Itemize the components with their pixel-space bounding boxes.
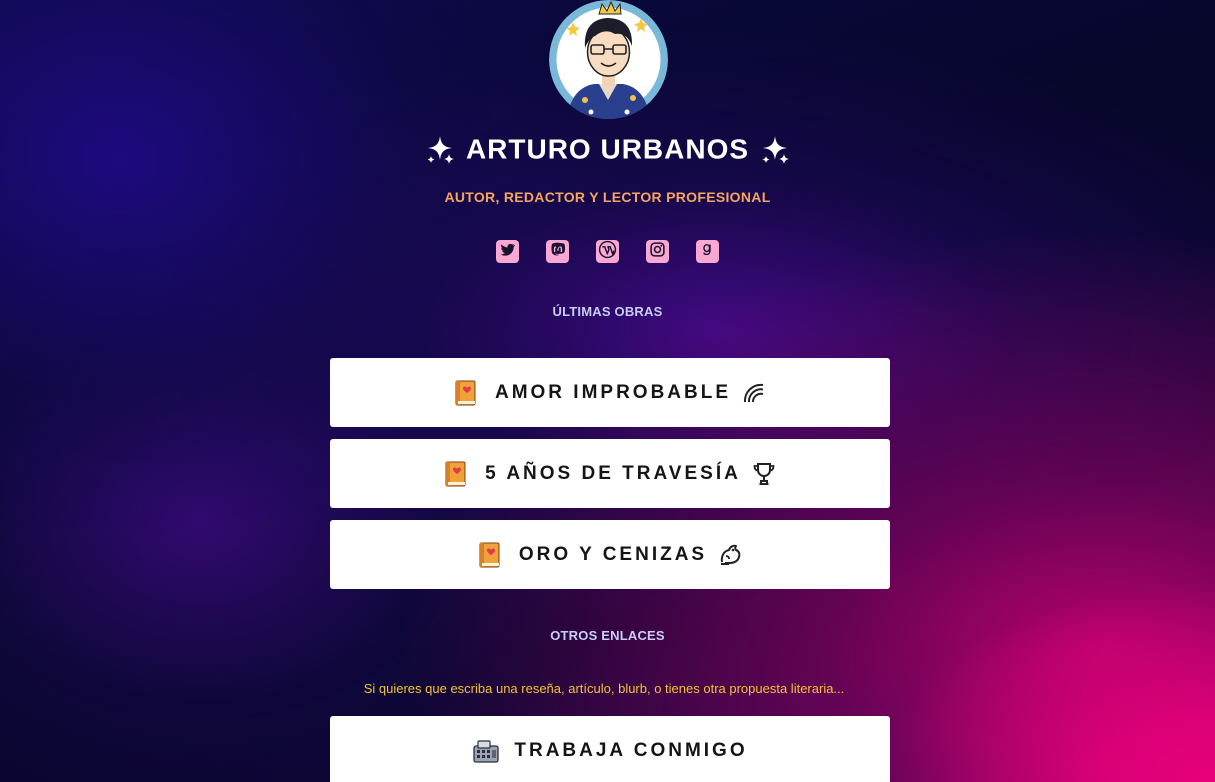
work-link-5-anos-de-travesia[interactable]: 5 AÑOS DE TRAVESÍA xyxy=(330,439,890,508)
work-title: ORO Y CENIZAS xyxy=(518,543,708,565)
trophy-icon xyxy=(751,461,777,487)
works-section-title: ÚLTIMAS OBRAS xyxy=(552,304,663,319)
work-with-me-label: TRABAJA CONMIGO xyxy=(514,739,748,761)
wordpress-link[interactable] xyxy=(596,240,619,263)
goodreads-icon xyxy=(699,241,716,262)
book-icon xyxy=(477,542,503,568)
work-link-oro-y-cenizas[interactable]: ORO Y CENIZAS xyxy=(330,520,890,589)
work-link-amor-improbable[interactable]: AMOR IMPROBABLE xyxy=(330,358,890,427)
profile-name-row: ARTURO URBANOS xyxy=(0,126,1215,172)
wordpress-icon xyxy=(598,240,617,263)
profile-name: ARTURO URBANOS xyxy=(465,133,750,165)
avatar xyxy=(549,0,668,119)
goodreads-link[interactable] xyxy=(696,240,719,263)
work-with-me-button[interactable]: TRABAJA CONMIGO xyxy=(330,716,890,782)
instagram-link[interactable] xyxy=(646,240,669,263)
work-title: AMOR IMPROBABLE xyxy=(494,381,732,403)
twitter-icon xyxy=(499,241,516,262)
dragon-icon xyxy=(717,542,743,568)
work-with-me-note: Si quieres que escriba una reseña, artíc… xyxy=(363,681,845,696)
rainbow-icon xyxy=(741,380,767,406)
sparkles-icon xyxy=(422,132,458,168)
other-links-section-title: OTROS ENLACES xyxy=(550,628,665,643)
profile-tagline: AUTOR, REDACTOR Y LECTOR PROFESIONAL xyxy=(444,189,771,205)
twitter-link[interactable] xyxy=(496,240,519,263)
instagram-icon xyxy=(649,241,666,262)
mastodon-icon xyxy=(549,241,566,262)
mastodon-link[interactable] xyxy=(546,240,569,263)
sparkles-icon xyxy=(757,132,793,168)
book-icon xyxy=(443,461,469,487)
book-icon xyxy=(453,380,479,406)
work-title: 5 AÑOS DE TRAVESÍA xyxy=(485,462,741,484)
cash-register-icon xyxy=(472,738,500,764)
social-links xyxy=(0,240,1215,263)
